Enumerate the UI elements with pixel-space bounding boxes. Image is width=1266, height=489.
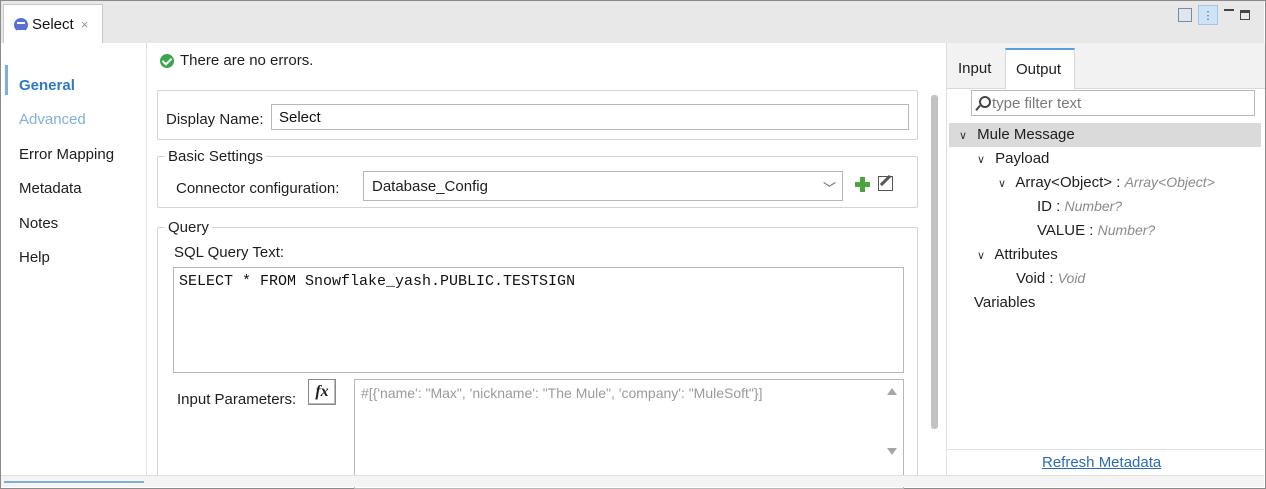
tree-item-separator: : — [1052, 198, 1065, 215]
bottom-accent-bar — [4, 481, 144, 483]
tree-item-type: Void — [1057, 270, 1086, 286]
chevron-down-icon[interactable]: ∨ — [959, 129, 973, 142]
display-name-label: Display Name: — [166, 111, 264, 128]
search-icon — [976, 95, 991, 111]
tree-item-type: Number? — [1097, 222, 1156, 238]
metadata-panel: Input Output type filter text ∨ Mule Mes… — [946, 43, 1265, 475]
editor-tab-label: Select — [32, 16, 74, 33]
tree-item-separator: : — [1112, 174, 1125, 191]
validation-status-text: There are no errors. — [180, 52, 314, 69]
general-panel: There are no errors. Display Name: Selec… — [148, 43, 944, 489]
maximize-icon[interactable] — [1240, 10, 1250, 20]
nav-item-notes[interactable]: Notes — [19, 215, 58, 232]
tree-item-variables[interactable]: Variables — [974, 294, 1035, 311]
tree-view-icon[interactable]: ⋮ — [1198, 5, 1218, 25]
sql-query-textarea[interactable]: SELECT * FROM Snowflake_yash.PUBLIC.TEST… — [173, 267, 904, 373]
editor-tab-bar: Select × ⋮ — [1, 1, 1264, 44]
input-parameters-label: Input Parameters: — [177, 391, 297, 408]
edit-icon[interactable] — [878, 176, 893, 191]
tree-item-label: Variables — [974, 294, 1036, 311]
display-name-group: Display Name: Select — [157, 90, 918, 140]
editor-tab-select[interactable]: Select × — [3, 4, 103, 44]
input-parameters-scrollbar[interactable] — [883, 380, 903, 488]
tree-item-type: Number? — [1064, 198, 1123, 214]
nav-active-indicator — [5, 65, 8, 95]
tree-item-separator: : — [1045, 270, 1058, 287]
tree-item-label: ID — [1037, 198, 1052, 215]
tree-item-mule-message[interactable]: ∨ Mule Message — [949, 123, 1261, 147]
connector-config-select[interactable]: Database_Config ﹀ — [363, 171, 843, 201]
minimize-icon[interactable] — [1224, 9, 1234, 19]
query-group: Query SQL Query Text: SELECT * FROM Snow… — [157, 219, 918, 489]
chevron-down-icon[interactable]: ∨ — [998, 177, 1012, 190]
tree-item-label: Void — [1016, 270, 1046, 287]
tree-item-label: Attributes — [994, 246, 1058, 263]
validation-status: There are no errors. — [160, 52, 313, 69]
connector-config-label: Connector configuration: — [176, 180, 340, 197]
sql-query-label: SQL Query Text: — [174, 244, 285, 261]
tree-item-attributes[interactable]: ∨ Attributes — [977, 246, 1058, 263]
nav-item-general[interactable]: General — [19, 77, 75, 94]
nav-item-advanced[interactable]: Advanced — [19, 111, 86, 128]
chevron-down-icon[interactable]: ∨ — [977, 249, 991, 262]
tree-item-label: Payload — [995, 150, 1050, 167]
add-icon[interactable] — [855, 177, 870, 192]
tab-input[interactable]: Input — [948, 48, 1001, 89]
save-icon[interactable] — [1178, 8, 1192, 22]
refresh-metadata-link[interactable]: Refresh Metadata — [1042, 454, 1161, 471]
check-circle-icon — [160, 53, 174, 68]
metadata-filter-placeholder: type filter text — [992, 94, 1082, 112]
metadata-footer-divider — [946, 449, 1264, 450]
tree-item-type: Array<Object> — [1124, 174, 1215, 190]
horizontal-scrollbar[interactable] — [1, 475, 1264, 487]
nav-item-metadata[interactable]: Metadata — [19, 180, 82, 197]
close-icon[interactable]: × — [81, 17, 89, 32]
input-parameters-textarea[interactable]: #[{'name': "Max", 'nickname': "The Mule"… — [354, 379, 904, 489]
connector-config-value: Database_Config — [372, 178, 488, 195]
basic-settings-title: Basic Settings — [165, 148, 267, 165]
metadata-tabs: Input Output — [947, 43, 1265, 89]
input-parameters-placeholder: #[{'name': "Max", 'nickname': "The Mule"… — [361, 385, 763, 401]
display-name-input[interactable]: Select — [271, 104, 909, 130]
tree-item-label: Array<Object> — [1015, 174, 1113, 191]
scroll-up-icon[interactable] — [887, 388, 897, 395]
tree-item-id[interactable]: ID : Number? — [1037, 198, 1122, 215]
query-title: Query — [165, 219, 212, 236]
chevron-down-icon[interactable]: ∨ — [977, 153, 991, 166]
tree-item-label: Mule Message — [977, 126, 1075, 143]
nav-item-error-mapping[interactable]: Error Mapping — [19, 146, 114, 163]
chevron-down-icon[interactable]: ﹀ — [823, 178, 836, 197]
metadata-filter-input[interactable]: type filter text — [971, 90, 1255, 116]
properties-nav: General Advanced Error Mapping Metadata … — [1, 43, 147, 475]
nav-item-help[interactable]: Help — [19, 249, 50, 266]
tab-output[interactable]: Output — [1005, 48, 1075, 89]
basic-settings-group: Basic Settings Connector configuration: … — [157, 148, 918, 208]
database-icon — [14, 17, 28, 32]
tree-item-label: VALUE — [1037, 222, 1086, 239]
tree-item-void[interactable]: Void : Void — [1016, 270, 1085, 287]
tree-item-array[interactable]: ∨ Array<Object> : Array<Object> — [998, 174, 1215, 191]
view-toolbar: ⋮ — [1178, 5, 1250, 25]
tree-item-value[interactable]: VALUE : Number? — [1037, 222, 1155, 239]
tree-item-separator: : — [1085, 222, 1098, 239]
vertical-scrollbar[interactable] — [931, 95, 938, 429]
expression-mode-button[interactable]: fx — [308, 379, 336, 405]
tree-item-payload[interactable]: ∨ Payload — [977, 150, 1049, 167]
scroll-down-icon[interactable] — [887, 448, 897, 455]
